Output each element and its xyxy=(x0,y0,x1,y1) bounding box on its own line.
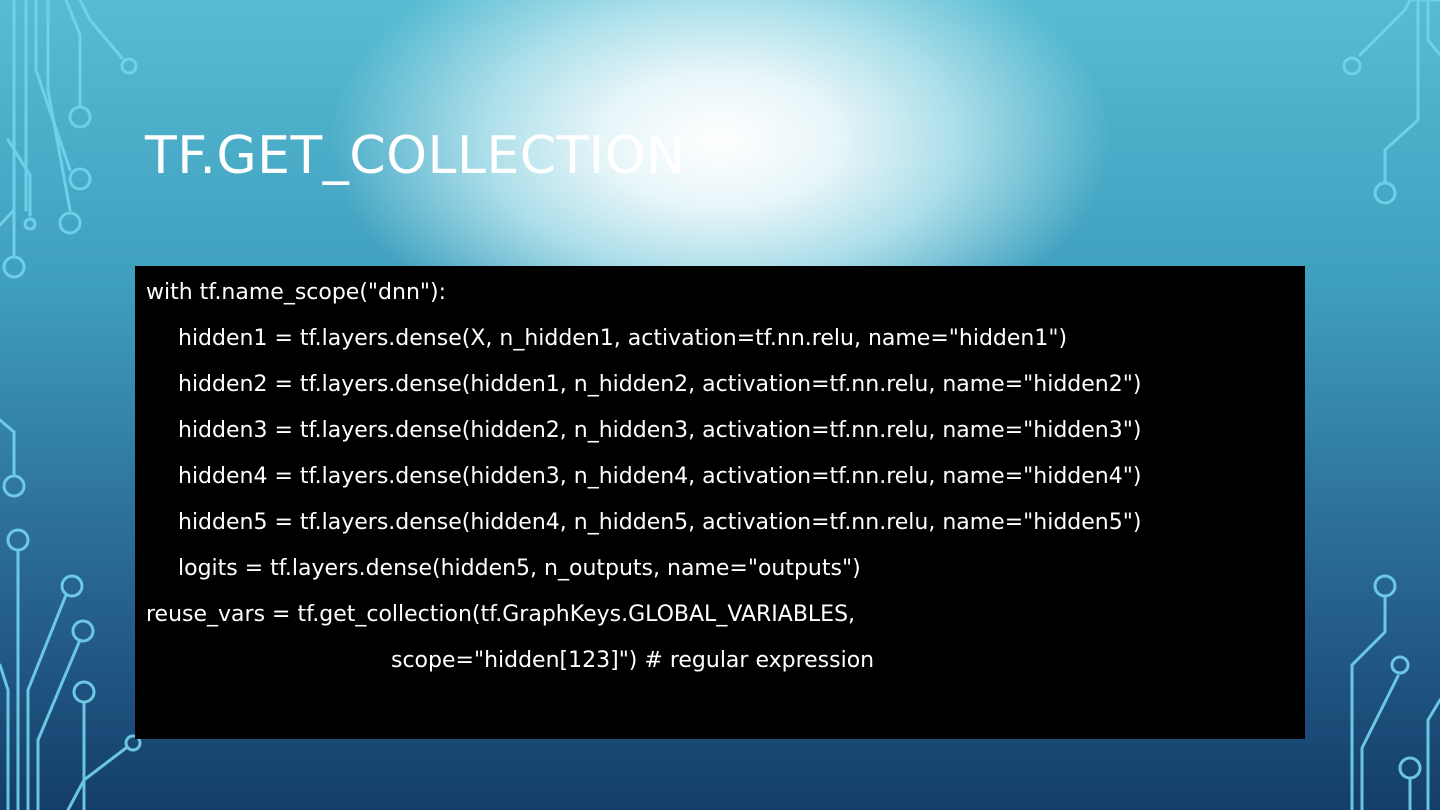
code-line: reuse_vars = tf.get_collection(tf.GraphK… xyxy=(146,602,856,627)
code-line: with tf.name_scope("dnn"): xyxy=(146,280,447,305)
presentation-slide: TF.GET_COLLECTION with tf.name_scope("dn… xyxy=(0,0,1440,810)
code-line: scope="hidden[123]") # regular expressio… xyxy=(391,648,875,673)
code-line: hidden3 = tf.layers.dense(hidden2, n_hid… xyxy=(178,418,1142,443)
code-block: with tf.name_scope("dnn"): hidden1 = tf.… xyxy=(135,266,1305,739)
code-line: hidden2 = tf.layers.dense(hidden1, n_hid… xyxy=(178,372,1142,397)
code-line: hidden1 = tf.layers.dense(X, n_hidden1, … xyxy=(178,326,1068,351)
slide-title: TF.GET_COLLECTION xyxy=(145,126,686,186)
code-line: hidden5 = tf.layers.dense(hidden4, n_hid… xyxy=(178,510,1142,535)
code-line: hidden4 = tf.layers.dense(hidden3, n_hid… xyxy=(178,464,1142,489)
code-line: logits = tf.layers.dense(hidden5, n_outp… xyxy=(178,556,861,581)
